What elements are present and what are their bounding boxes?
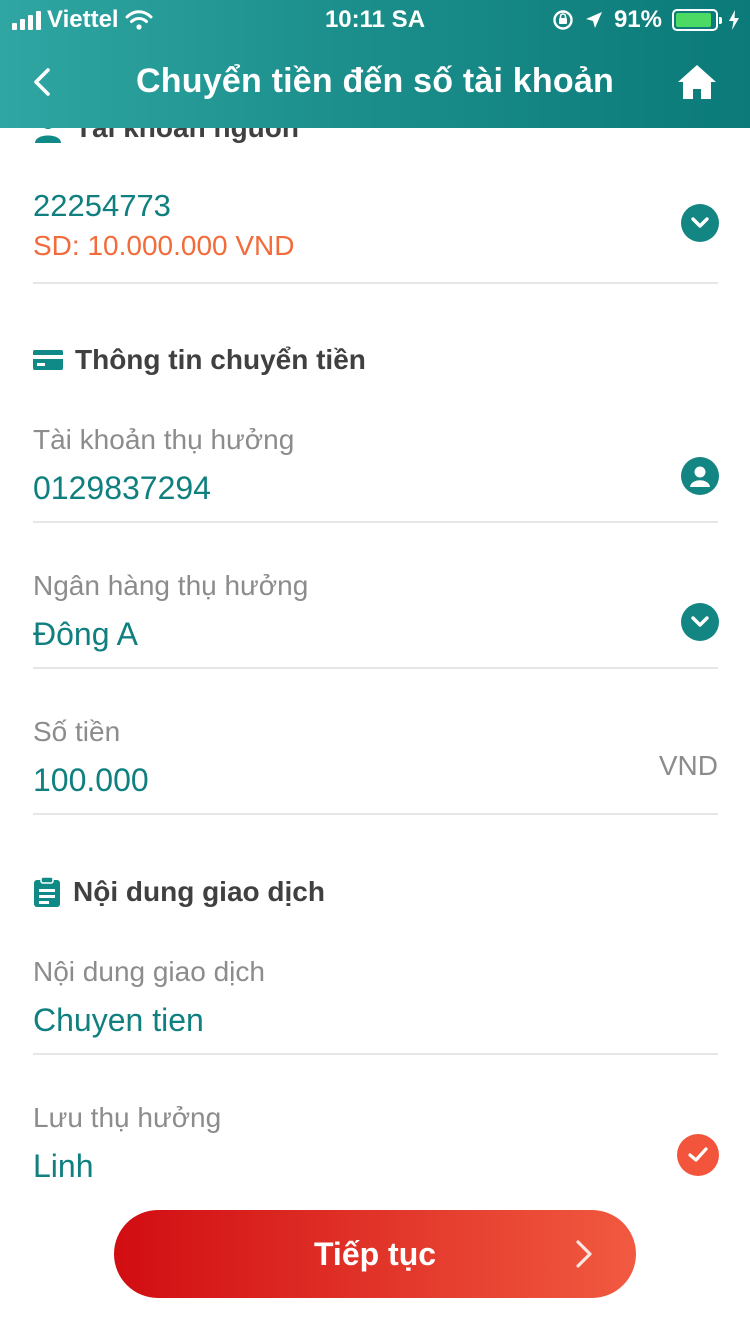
chevron-down-icon <box>691 616 709 627</box>
amount-label: Số tiền <box>33 716 121 747</box>
divider <box>33 667 718 669</box>
save-beneficiary-name[interactable]: Linh <box>33 1148 94 1185</box>
nav-bar: Chuyển tiền đến số tài khoản <box>0 40 750 128</box>
section-transfer-info-title: Thông tin chuyển tiền <box>75 344 366 375</box>
beneficiary-bank-label: Ngân hàng thụ hưởng <box>33 570 309 601</box>
clipboard-icon <box>34 876 60 907</box>
transaction-content-label: Nội dung giao dịch <box>33 956 265 987</box>
status-bar: Viettel 10:11 SA 91% <box>0 0 750 40</box>
battery-percent: 91% <box>613 6 662 33</box>
amount-currency: VND <box>658 750 718 781</box>
beneficiary-account-field[interactable]: 0129837294 <box>33 470 211 507</box>
divider <box>33 521 718 523</box>
app-header: Viettel 10:11 SA 91% Chuyển tiền đến số … <box>0 0 750 128</box>
chevron-down-icon <box>691 217 709 228</box>
amount-field[interactable]: 100.000 <box>33 762 149 799</box>
section-transaction-content-title: Nội dung giao dịch <box>73 876 325 907</box>
beneficiary-contacts-button[interactable] <box>681 457 719 495</box>
continue-button[interactable]: Tiếp tục <box>114 1210 636 1298</box>
source-account-balance: SD: 10.000.000 VND <box>33 230 295 261</box>
beneficiary-bank-dropdown[interactable] <box>681 603 719 641</box>
save-beneficiary-checkbox[interactable] <box>677 1134 719 1176</box>
user-circle-icon <box>690 466 710 487</box>
card-icon <box>33 350 63 370</box>
divider <box>33 282 718 284</box>
home-icon[interactable] <box>676 62 718 102</box>
status-right: 91% <box>552 6 740 34</box>
section-transfer-info: Thông tin chuyển tiền <box>33 344 366 376</box>
section-transaction-content: Nội dung giao dịch <box>33 876 325 908</box>
divider <box>33 813 718 815</box>
source-account-dropdown[interactable] <box>681 204 719 242</box>
check-icon <box>688 1147 708 1162</box>
continue-button-label: Tiếp tục <box>313 1235 437 1272</box>
beneficiary-account-label: Tài khoản thụ hưởng <box>33 424 295 455</box>
page-title: Chuyển tiền đến số tài khoản <box>136 62 614 100</box>
orientation-lock-icon <box>553 10 573 30</box>
beneficiary-bank-field[interactable]: Đông A <box>33 616 138 653</box>
divider <box>33 1053 718 1055</box>
save-beneficiary-label: Lưu thụ hưởng <box>33 1102 222 1133</box>
transaction-content-field[interactable]: Chuyen tien <box>33 1002 204 1039</box>
transfer-form: Tài khoản nguồn 22254773 SD: 10.000.000 … <box>0 0 750 1334</box>
charging-icon <box>729 10 739 30</box>
chevron-right-icon <box>576 1240 592 1268</box>
source-account-number[interactable]: 22254773 <box>33 188 171 224</box>
location-icon <box>585 12 602 28</box>
battery-icon <box>672 9 722 31</box>
